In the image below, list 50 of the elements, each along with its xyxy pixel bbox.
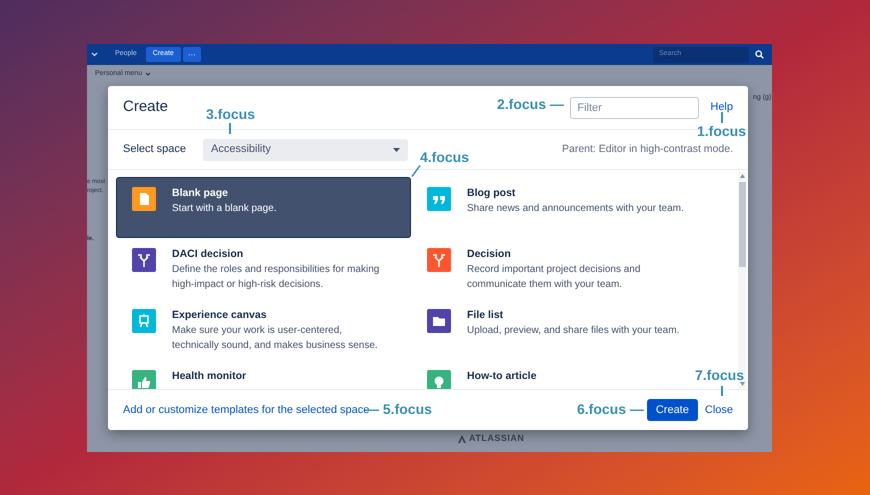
- focus-annotation: 6.focus —: [577, 401, 644, 417]
- template-item[interactable]: Blog post Share news and announcements with your team.: [411, 177, 689, 238]
- template-description: Record important project decisions and communicate them with your team.: [467, 263, 642, 292]
- template-item[interactable]: Decision Record important project decisions and communicate them with your team.: [411, 238, 689, 299]
- focus-annotation: 2.focus —: [497, 96, 564, 112]
- template-description: Upload, preview, and share files with your team.: [467, 324, 680, 338]
- focus-annotation: 4.focus: [420, 149, 470, 165]
- scroll-down-icon[interactable]: [740, 382, 744, 386]
- atlassian-logo: ATLASSIAN: [458, 432, 524, 446]
- chevron-down-icon[interactable]: [91, 52, 98, 57]
- more-button[interactable]: ···: [182, 47, 201, 62]
- template-item[interactable]: DACI decision Define the roles and responsibilities for making high-impact or high-risk decisions.: [116, 238, 411, 299]
- template-title: Health monitor: [172, 369, 246, 383]
- template-description: Define the roles and responsibilities for making high-impact or high-risk decisions.: [172, 263, 380, 292]
- template-title: File list: [467, 308, 504, 322]
- create-button[interactable]: Create: [646, 399, 698, 421]
- customize-templates-link[interactable]: Add or customize templates for the selected space: [123, 402, 370, 418]
- template-item[interactable]: Experience canvas Make sure your work is user-centered, technically sound, and makes business sense.: [116, 299, 411, 360]
- template-item[interactable]: Blank page Start with a blank page.: [116, 177, 411, 238]
- template-title: Blank page: [172, 186, 230, 200]
- scroll-up-icon[interactable]: [740, 174, 744, 178]
- leader-line: [229, 123, 230, 134]
- template-item[interactable]: File list Upload, preview, and share files with your team.: [411, 299, 689, 360]
- template-description: Share news and announcements with your team.: [467, 202, 684, 216]
- focus-annotation: 7.focus: [695, 367, 744, 383]
- parent-text: Parent: Editor in high-contrast mode.: [562, 142, 733, 157]
- focus-annotation: 3.focus: [206, 106, 256, 122]
- dialog-title: Create: [123, 97, 168, 118]
- help-link[interactable]: Help: [710, 99, 733, 116]
- template-title: Decision: [467, 247, 512, 261]
- chevron-down-icon: [145, 72, 152, 76]
- template-title: DACI decision: [172, 247, 244, 261]
- caret-icon: [393, 148, 400, 152]
- focus-annotation: 1.focus: [697, 123, 746, 139]
- template-description: Make sure your work is user-centered, technically sound, and makes business sense.: [172, 324, 379, 353]
- template-description: Start with a blank page.: [172, 202, 277, 216]
- template-title: How-to article: [467, 369, 536, 383]
- leader-line: [411, 165, 421, 177]
- close-link[interactable]: Close: [704, 402, 733, 418]
- search-icon[interactable]: [755, 50, 764, 59]
- template-item[interactable]: How-to article: [411, 360, 689, 389]
- filter-field[interactable]: Filter: [570, 96, 700, 118]
- template-title: Experience canvas: [172, 308, 268, 322]
- select-space-label: Select space: [123, 142, 187, 158]
- space-dropdown[interactable]: Accessibility: [203, 138, 408, 160]
- template-item[interactable]: Health monitor: [116, 360, 411, 389]
- leader-line: [721, 112, 722, 123]
- template-title: Blog post: [467, 186, 516, 200]
- leader-line: [721, 386, 722, 396]
- scrollbar-thumb[interactable]: [738, 182, 746, 267]
